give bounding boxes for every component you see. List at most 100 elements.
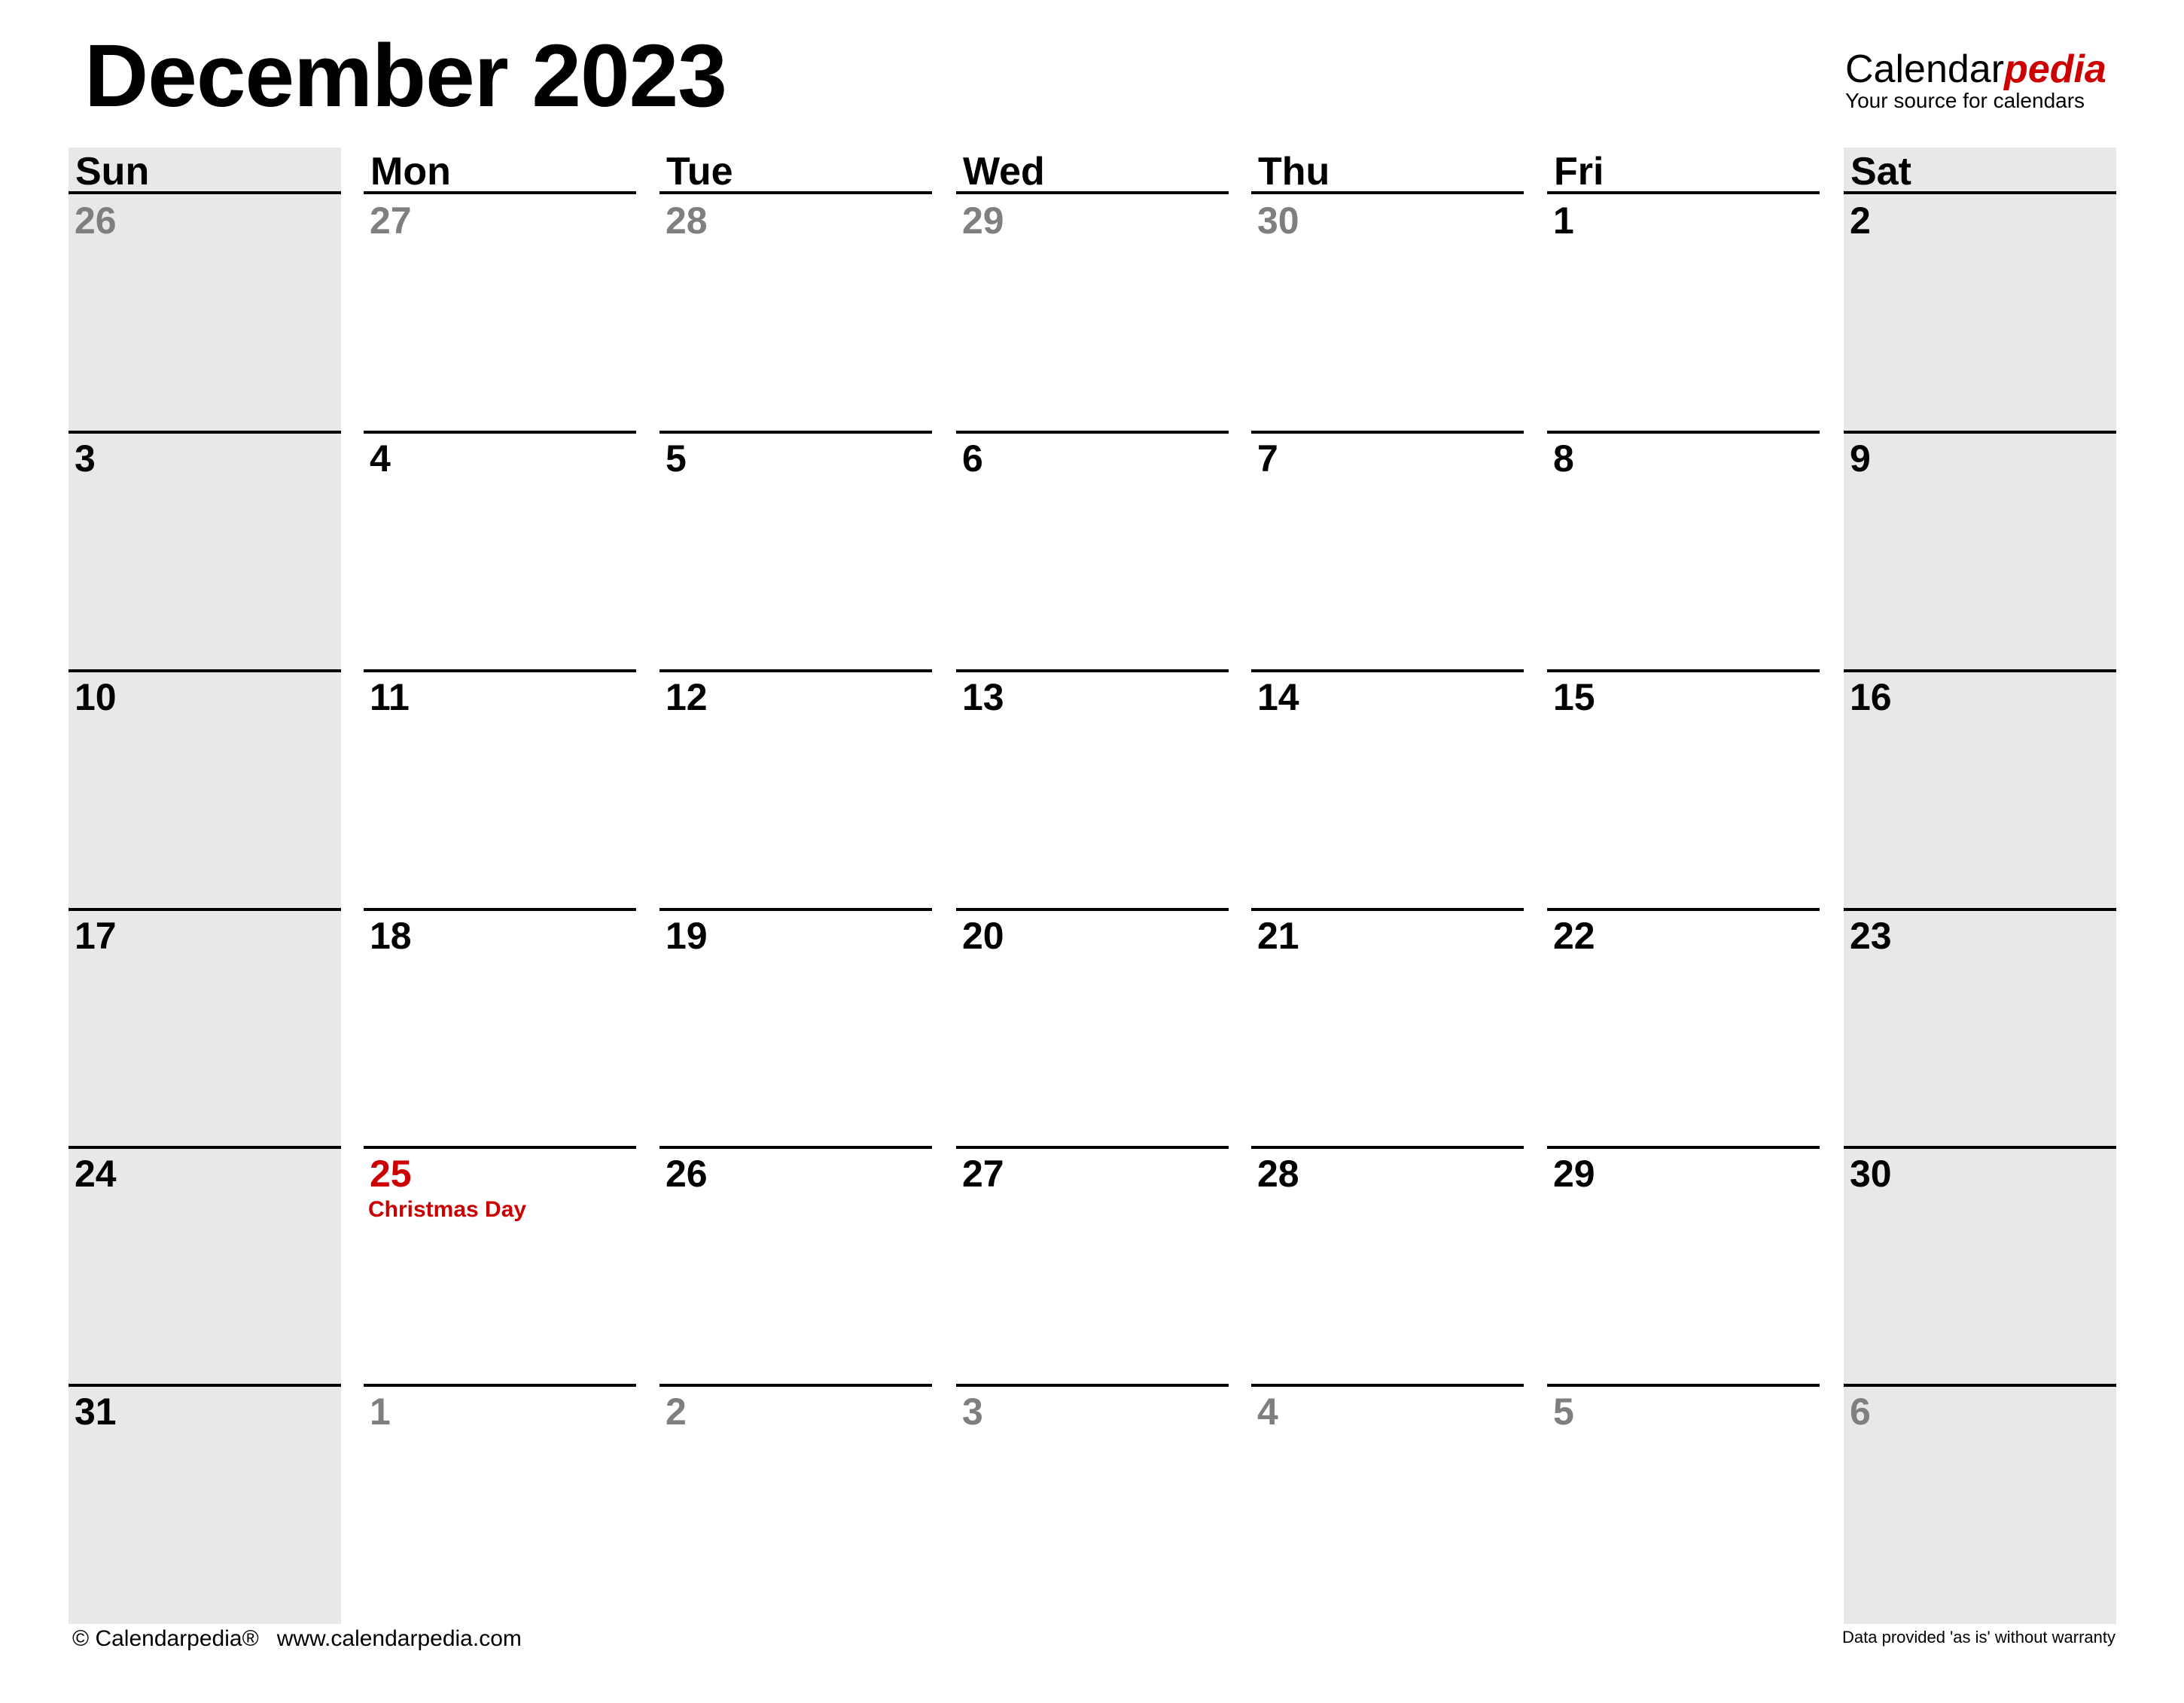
day-number: 28 (1257, 1153, 1299, 1195)
weekday-header-fri: Fri (1547, 148, 1820, 193)
footer-left: © Calendarpedia® www.calendarpedia.com (72, 1626, 522, 1652)
day-number: 11 (370, 676, 410, 718)
day-cell[interactable]: 12 (659, 671, 932, 909)
day-number: 18 (370, 915, 412, 957)
day-number: 1 (1553, 200, 1574, 242)
day-number: 20 (962, 915, 1004, 957)
day-cell[interactable]: 2 (659, 1385, 932, 1623)
day-number: 13 (962, 676, 1004, 718)
day-cell[interactable]: 29 (956, 194, 1229, 432)
day-number: 16 (1850, 676, 1892, 718)
day-cell[interactable]: 8 (1547, 432, 1820, 670)
day-number: 30 (1257, 200, 1299, 242)
day-number: 26 (666, 1153, 708, 1195)
day-cell[interactable]: 3 (69, 432, 341, 670)
day-cell[interactable]: 13 (956, 671, 1229, 909)
weekday-label: Sat (1850, 150, 1911, 193)
weekday-label: Thu (1258, 150, 1330, 193)
day-number: 4 (370, 437, 391, 480)
weekday-header-tue: Tue (659, 148, 932, 193)
logo-tagline: Your source for calendars (1845, 89, 2085, 112)
day-cell[interactable]: 23 (1844, 909, 2116, 1147)
day-cell[interactable]: 2 (1844, 194, 2116, 432)
day-cell[interactable]: 26 (69, 194, 341, 432)
day-number: 22 (1553, 915, 1595, 957)
day-number: 5 (666, 437, 687, 480)
day-number: 2 (666, 1391, 687, 1433)
day-cell[interactable]: 20 (956, 909, 1229, 1147)
holiday-label: Christmas Day (368, 1197, 527, 1222)
day-number: 6 (1850, 1391, 1871, 1433)
day-number: 28 (666, 200, 708, 242)
day-cell[interactable]: 6 (1844, 1385, 2116, 1623)
weekday-header-mon: Mon (364, 148, 636, 193)
weekday-label: Mon (370, 150, 451, 193)
weekday-header-sun: Sun (69, 148, 341, 193)
day-cell[interactable]: 26 (659, 1147, 932, 1385)
disclaimer-text: Data provided 'as is' without warranty (1842, 1628, 2116, 1647)
day-cell[interactable]: 6 (956, 432, 1229, 670)
website-link[interactable]: www.calendarpedia.com (277, 1626, 522, 1651)
day-cell[interactable]: 21 (1251, 909, 1524, 1147)
day-cell[interactable]: 29 (1547, 1147, 1820, 1385)
day-cell[interactable]: 4 (1251, 1385, 1524, 1623)
logo-main-text: Calendar (1845, 47, 2005, 91)
day-number: 26 (75, 200, 117, 242)
logo-wordmark: Calendarpedia (1845, 50, 2106, 89)
day-number: 9 (1850, 437, 1871, 480)
weekday-label: Wed (963, 150, 1045, 193)
day-number: 29 (962, 200, 1004, 242)
day-cell[interactable]: 24 (69, 1147, 341, 1385)
day-number: 15 (1553, 676, 1595, 718)
day-cell[interactable]: 10 (69, 671, 341, 909)
page-title: December 2023 (84, 26, 727, 126)
day-number: 8 (1553, 437, 1574, 480)
day-cell[interactable]: 28 (1251, 1147, 1524, 1385)
day-cell[interactable]: 9 (1844, 432, 2116, 670)
weekday-header-wed: Wed (956, 148, 1229, 193)
day-cell[interactable]: 1 (1547, 194, 1820, 432)
day-cell[interactable]: 19 (659, 909, 932, 1147)
day-number: 23 (1850, 915, 1892, 957)
day-number: 10 (75, 676, 117, 718)
day-cell[interactable]: 31 (69, 1385, 341, 1623)
day-cell[interactable]: 27 (956, 1147, 1229, 1385)
day-cell[interactable]: 28 (659, 194, 932, 432)
day-cell[interactable]: 22 (1547, 909, 1820, 1147)
weekday-label: Sun (75, 150, 150, 193)
day-cell[interactable]: 18 (364, 909, 636, 1147)
day-cell[interactable]: 25 Christmas Day (364, 1147, 636, 1385)
day-number: 31 (75, 1391, 117, 1433)
day-number: 25 (370, 1153, 412, 1195)
day-number: 21 (1257, 915, 1299, 957)
day-cell[interactable]: 30 (1844, 1147, 2116, 1385)
day-cell[interactable]: 7 (1251, 432, 1524, 670)
day-number: 19 (666, 915, 708, 957)
day-number: 7 (1257, 437, 1278, 480)
day-cell[interactable]: 11 (364, 671, 636, 909)
day-cell[interactable]: 1 (364, 1385, 636, 1623)
day-number: 6 (962, 437, 983, 480)
day-number: 27 (962, 1153, 1004, 1195)
calendarpedia-logo[interactable]: Calendarpedia Your source for calendars (1845, 50, 2106, 111)
day-number: 29 (1553, 1153, 1595, 1195)
day-cell[interactable]: 27 (364, 194, 636, 432)
day-number: 24 (75, 1153, 117, 1195)
day-cell[interactable]: 5 (659, 432, 932, 670)
day-cell[interactable]: 5 (1547, 1385, 1820, 1623)
day-cell[interactable]: 4 (364, 432, 636, 670)
day-cell[interactable]: 17 (69, 909, 341, 1147)
weekday-header-thu: Thu (1251, 148, 1524, 193)
day-number: 17 (75, 915, 117, 957)
day-number: 5 (1553, 1391, 1574, 1433)
day-cell[interactable]: 14 (1251, 671, 1524, 909)
day-cell[interactable]: 15 (1547, 671, 1820, 909)
day-cell[interactable]: 3 (956, 1385, 1229, 1623)
day-cell[interactable]: 30 (1251, 194, 1524, 432)
day-number: 14 (1257, 676, 1299, 718)
weekday-label: Fri (1554, 150, 1604, 193)
copyright-text: © Calendarpedia® (72, 1626, 259, 1651)
logo-accent-text: pedia (2004, 47, 2106, 91)
day-cell[interactable]: 16 (1844, 671, 2116, 909)
day-number: 1 (370, 1391, 391, 1433)
